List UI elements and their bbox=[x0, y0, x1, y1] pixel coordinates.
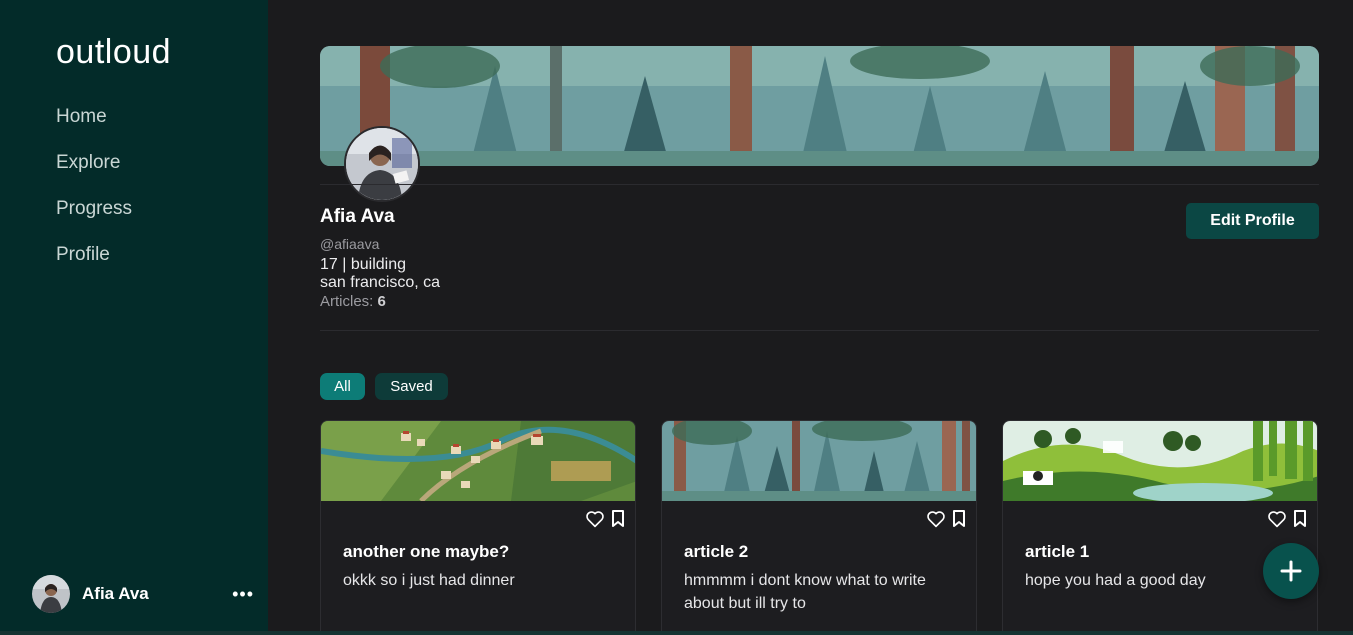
bookmark-icon[interactable] bbox=[952, 510, 966, 528]
profile-name: Afia Ava bbox=[320, 206, 395, 227]
window-bottom-edge bbox=[0, 631, 1353, 635]
village-landscape-image bbox=[321, 421, 635, 503]
article-card[interactable]: article 1 hope you had a good day bbox=[1002, 420, 1318, 635]
profile-bio: 17 | building san francisco, ca bbox=[320, 256, 440, 292]
heart-icon[interactable] bbox=[585, 510, 605, 528]
profile-avatar[interactable] bbox=[344, 126, 420, 202]
bio-line-1: 17 | building bbox=[320, 256, 406, 273]
card-actions bbox=[585, 510, 625, 528]
profile-photo bbox=[346, 128, 418, 200]
card-actions bbox=[1267, 510, 1307, 528]
article-title: another one maybe? bbox=[343, 542, 510, 561]
article-snippet: okkk so i just had dinner bbox=[343, 572, 515, 589]
forest-image bbox=[662, 421, 976, 501]
article-snippet: hmmmm i dont know what to write about bu… bbox=[684, 572, 926, 612]
article-cover-image bbox=[662, 421, 976, 501]
tab-saved[interactable]: Saved bbox=[375, 373, 448, 400]
sidebar-item-progress[interactable]: Progress bbox=[56, 197, 132, 243]
divider bbox=[320, 184, 1319, 185]
article-title: article 1 bbox=[1025, 542, 1090, 561]
article-title: article 2 bbox=[684, 542, 749, 561]
new-article-button[interactable] bbox=[1263, 543, 1319, 599]
sidebar-nav: Home Explore Progress Profile bbox=[56, 105, 132, 289]
user-photo bbox=[32, 575, 70, 613]
sidebar-item-explore[interactable]: Explore bbox=[56, 151, 132, 197]
sidebar-user[interactable]: Afia Ava ••• bbox=[32, 575, 254, 613]
forest-banner-image bbox=[320, 46, 1319, 166]
avatar bbox=[32, 575, 70, 613]
articles-label: Articles: bbox=[320, 293, 374, 310]
green-hills-image bbox=[1003, 421, 1317, 503]
sidebar-item-home[interactable]: Home bbox=[56, 105, 132, 151]
bio-line-2: san francisco, ca bbox=[320, 274, 441, 291]
tab-all[interactable]: All bbox=[320, 373, 365, 400]
edit-profile-button[interactable]: Edit Profile bbox=[1186, 203, 1319, 239]
article-cover-image bbox=[321, 421, 635, 503]
sidebar-item-profile[interactable]: Profile bbox=[56, 243, 132, 289]
bookmark-icon[interactable] bbox=[611, 510, 625, 528]
heart-icon[interactable] bbox=[1267, 510, 1287, 528]
divider bbox=[320, 330, 1319, 331]
plus-icon bbox=[1280, 560, 1302, 582]
card-actions bbox=[926, 510, 966, 528]
article-cover-image bbox=[1003, 421, 1317, 503]
article-card[interactable]: article 2 hmmmm i dont know what to writ… bbox=[661, 420, 977, 635]
articles-number: 6 bbox=[377, 293, 386, 310]
sidebar: outloud Home Explore Progress Profile Af… bbox=[0, 0, 268, 631]
app-logo[interactable]: outloud bbox=[56, 33, 171, 72]
profile-banner bbox=[320, 46, 1319, 166]
articles-count: Articles: 6 bbox=[320, 293, 386, 310]
article-card[interactable]: another one maybe? okkk so i just had di… bbox=[320, 420, 636, 635]
profile-handle: @afiaava bbox=[320, 236, 380, 252]
sidebar-user-name: Afia Ava bbox=[82, 584, 149, 603]
heart-icon[interactable] bbox=[926, 510, 946, 528]
more-dots-icon[interactable]: ••• bbox=[232, 584, 254, 605]
bookmark-icon[interactable] bbox=[1293, 510, 1307, 528]
